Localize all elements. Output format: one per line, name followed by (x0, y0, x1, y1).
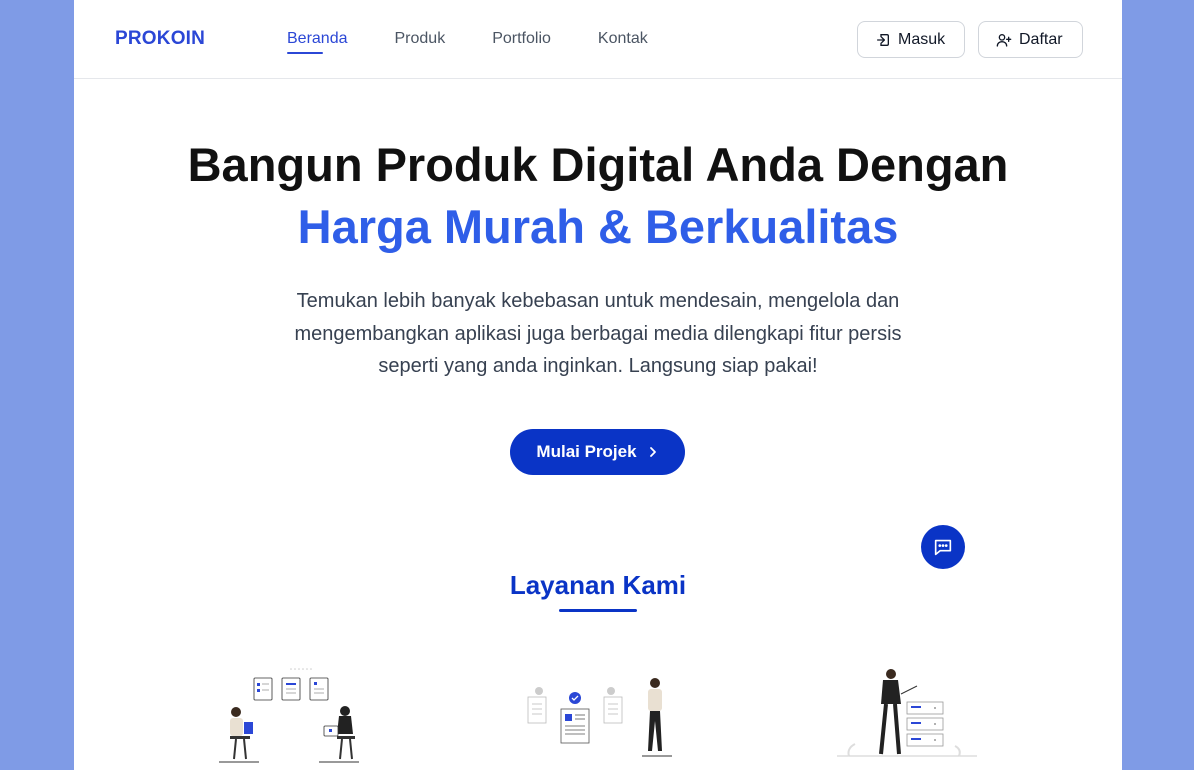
register-label: Daftar (1019, 30, 1063, 48)
login-icon (877, 33, 889, 46)
services-title-underline (559, 609, 637, 612)
hero-highlight: Harga Murah & Berkualitas (297, 200, 899, 253)
server-illustration (837, 669, 977, 757)
user-plus-icon (996, 33, 1012, 47)
nav-link-kontak[interactable]: Kontak (598, 30, 648, 54)
chat-bubble-icon (934, 539, 952, 556)
navbar: PROKOIN Beranda Produk Portfolio Kontak … (74, 0, 1122, 79)
hero-description: Temukan lebih banyak kebebasan untuk men… (294, 290, 902, 377)
checklist-illustration (527, 678, 672, 757)
nav-link-produk[interactable]: Produk (395, 30, 446, 54)
collaboration-illustration (219, 668, 359, 763)
hero-title: Bangun Produk Digital Anda Dengan (187, 138, 1009, 191)
logo[interactable]: PROKOIN (115, 28, 205, 50)
login-button[interactable]: Masuk (857, 21, 965, 58)
start-project-button[interactable]: Mulai Projek (510, 429, 685, 475)
services-title: Layanan Kami (509, 570, 687, 600)
nav-links: Beranda Produk Portfolio Kontak (287, 30, 695, 54)
nav-link-portfolio[interactable]: Portfolio (492, 30, 551, 54)
register-button[interactable]: Daftar (978, 21, 1083, 58)
cta-label: Mulai Projek (536, 442, 637, 461)
nav-link-beranda[interactable]: Beranda (287, 30, 348, 54)
login-label: Masuk (898, 30, 946, 48)
page: PROKOIN Beranda Produk Portfolio Kontak … (74, 0, 1122, 770)
chat-button[interactable] (921, 525, 965, 569)
chevron-right-icon (649, 447, 656, 457)
